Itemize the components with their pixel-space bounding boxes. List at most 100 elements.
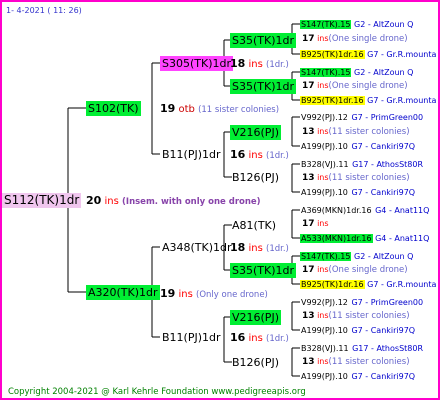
gen3-count-3: 13 ins(11 sister colonies) — [302, 127, 410, 137]
gen3-count-2: 17 ins(One single drone) — [302, 81, 408, 91]
leaf-6-name: A199(PJ).10 — [301, 142, 348, 151]
gen3-node-3[interactable]: V216(PJ) — [230, 125, 281, 140]
leaf-3-info: G2 - AltZoun Q — [354, 68, 414, 77]
dam-sire-count: 16 — [230, 148, 246, 161]
sire-dam-queen[interactable]: A348(TK)1dr — [160, 240, 234, 255]
pedigree-frame: 1- 4-2021 ( 11: 26) S112(TK)1dr 20 ins (… — [0, 0, 440, 400]
leaf-10-info: G4 - Anat11Q — [375, 234, 430, 243]
leaf-8-info: G7 - Cankiri97Q — [351, 188, 416, 197]
leaf-4-info: G7 - Gr.R.mounta — [367, 96, 437, 105]
leaf-6-info: G7 - Cankiri97Q — [351, 142, 416, 151]
dam-dam-queen[interactable]: S305(TK)1dr — [160, 56, 233, 71]
leaf-9-info: G4 - Anat11Q — [375, 206, 430, 215]
leaf-10[interactable]: A533(MKN)1dr.16 G4 - Anat11Q — [300, 233, 429, 244]
dam-sire-unit: ins — [248, 150, 263, 161]
leaf-8[interactable]: A199(PJ).10 G7 - Cankiri97Q — [300, 187, 415, 198]
root-info: 20 ins (Insem. with only one drone) — [86, 194, 261, 209]
sire-count: 19 — [160, 287, 176, 300]
gen3-node-1[interactable]: S35(TK)1dr — [230, 33, 296, 48]
sire-queen[interactable]: A320(TK)1dr — [86, 285, 160, 300]
leaf-5-info: G7 - PrimGreen00 — [351, 113, 424, 122]
dam-dam-note: (1dr.) — [266, 60, 289, 70]
leaf-4[interactable]: B925(TK)1dr.16 G7 - Gr.R.mounta — [300, 95, 436, 106]
leaf-1-name: S147(TK).15 — [300, 20, 352, 29]
generation-date: 1- 4-2021 ( 11: 26) — [6, 6, 82, 15]
sire-sire-info: 16 ins (1dr.) — [230, 331, 289, 346]
leaf-9[interactable]: A369(MKN)1dr.16 G4 - Anat11Q — [300, 205, 429, 216]
leaf-12-name: B925(TK)1dr.16 — [300, 280, 365, 289]
leaf-2-info: G7 - Gr.R.mounta — [367, 50, 437, 59]
leaf-2[interactable]: B925(TK)1dr.16 G7 - Gr.R.mounta — [300, 49, 436, 60]
leaf-16[interactable]: A199(PJ).10 G7 - Cankiri97Q — [300, 371, 415, 382]
leaf-13[interactable]: V992(PJ).12 G7 - PrimGreen00 — [300, 297, 423, 308]
gen3-count-5: 17 ins — [302, 219, 329, 229]
root-unit: ins — [104, 196, 119, 207]
gen3-count-6: 17 ins(One single drone) — [302, 265, 408, 275]
leaf-15-name: B328(VJ).11 — [301, 344, 349, 353]
root-queen[interactable]: S112(TK)1dr — [2, 193, 82, 208]
gen3-node-5[interactable]: A81(TK) — [230, 218, 278, 233]
dam-count: 19 — [160, 102, 176, 115]
leaf-4-name: B925(TK)1dr.16 — [300, 96, 365, 105]
leaf-5[interactable]: V992(PJ).12 G7 - PrimGreen00 — [300, 112, 423, 123]
leaf-1[interactable]: S147(TK).15 G2 - AltZoun Q — [300, 19, 413, 30]
root-note: (Insem. with only one drone) — [122, 197, 261, 207]
leaf-15[interactable]: B328(VJ).11 G17 - AthosSt80R — [300, 343, 423, 354]
dam-dam-info: 18 ins (1dr.) — [230, 57, 289, 72]
sire-note: (Only one drone) — [196, 290, 268, 300]
sire-sire-count: 16 — [230, 331, 246, 344]
dam-sire-note: (1dr.) — [266, 151, 289, 161]
dam-dam-count: 18 — [230, 57, 246, 70]
leaf-10-name: A533(MKN)1dr.16 — [300, 234, 373, 243]
sire-dam-info: 18 ins (1dr.) — [230, 241, 289, 256]
leaf-16-name: A199(PJ).10 — [301, 372, 348, 381]
gen3-count-4: 13 ins(11 sister colonies) — [302, 173, 410, 183]
leaf-11-info: G2 - AltZoun Q — [354, 252, 414, 261]
leaf-14[interactable]: A199(PJ).10 G7 - Cankiri97Q — [300, 325, 415, 336]
leaf-15-info: G17 - AthosSt80R — [352, 344, 424, 353]
leaf-11-name: S147(TK).15 — [300, 252, 352, 261]
gen3-node-8[interactable]: B126(PJ) — [230, 355, 281, 370]
sire-unit: ins — [178, 289, 193, 300]
sire-sire-unit: ins — [248, 333, 263, 344]
leaf-2-name: B925(TK)1dr.16 — [300, 50, 365, 59]
sire-sire-queen[interactable]: B11(PJ)1dr — [160, 330, 223, 345]
leaf-7-info: G17 - AthosSt80R — [352, 160, 424, 169]
leaf-6[interactable]: A199(PJ).10 G7 - Cankiri97Q — [300, 141, 415, 152]
leaf-16-info: G7 - Cankiri97Q — [351, 372, 416, 381]
leaf-5-name: V992(PJ).12 — [301, 113, 348, 122]
leaf-14-name: A199(PJ).10 — [301, 326, 348, 335]
gen3-count-1: 17 ins(One single drone) — [302, 34, 408, 44]
dam-dam-unit: ins — [248, 59, 263, 70]
sire-sire-note: (1dr.) — [266, 334, 289, 344]
dam-unit: otb — [178, 104, 195, 115]
gen3-node-7[interactable]: V216(PJ) — [230, 310, 281, 325]
copyright-footer: Copyright 2004-2021 @ Karl Kehrle Founda… — [8, 387, 306, 397]
sire-dam-note: (1dr.) — [266, 244, 289, 254]
leaf-13-info: G7 - PrimGreen00 — [351, 298, 424, 307]
leaf-8-name: A199(PJ).10 — [301, 188, 348, 197]
leaf-3[interactable]: S147(TK).15 G2 - AltZoun Q — [300, 67, 413, 78]
leaf-13-name: V992(PJ).12 — [301, 298, 348, 307]
leaf-3-name: S147(TK).15 — [300, 68, 352, 77]
dam-sire-info: 16 ins (1dr.) — [230, 148, 289, 163]
gen3-count-8: 13 ins(11 sister colonies) — [302, 357, 410, 367]
leaf-7[interactable]: B328(VJ).11 G17 - AthosSt80R — [300, 159, 423, 170]
root-count: 20 — [86, 194, 102, 207]
gen3-node-4[interactable]: B126(PJ) — [230, 170, 281, 185]
sire-dam-count: 18 — [230, 241, 246, 254]
leaf-11[interactable]: S147(TK).15 G2 - AltZoun Q — [300, 251, 413, 262]
sire-dam-unit: ins — [248, 243, 263, 254]
gen3-node-2[interactable]: S35(TK)1dr — [230, 79, 296, 94]
dam-queen[interactable]: S102(TK) — [86, 101, 141, 116]
leaf-12[interactable]: B925(TK)1dr.16 G7 - Gr.R.mounta — [300, 279, 436, 290]
dam-info: 19 otb (11 sister colonies) — [160, 102, 279, 117]
leaf-14-info: G7 - Cankiri97Q — [351, 326, 416, 335]
gen3-node-6[interactable]: S35(TK)1dr — [230, 263, 296, 278]
leaf-12-info: G7 - Gr.R.mounta — [367, 280, 437, 289]
leaf-7-name: B328(VJ).11 — [301, 160, 349, 169]
leaf-9-name: A369(MKN)1dr.16 — [301, 206, 372, 215]
leaf-1-info: G2 - AltZoun Q — [354, 20, 414, 29]
dam-sire-queen[interactable]: B11(PJ)1dr — [160, 147, 223, 162]
sire-info: 19 ins (Only one drone) — [160, 287, 268, 302]
